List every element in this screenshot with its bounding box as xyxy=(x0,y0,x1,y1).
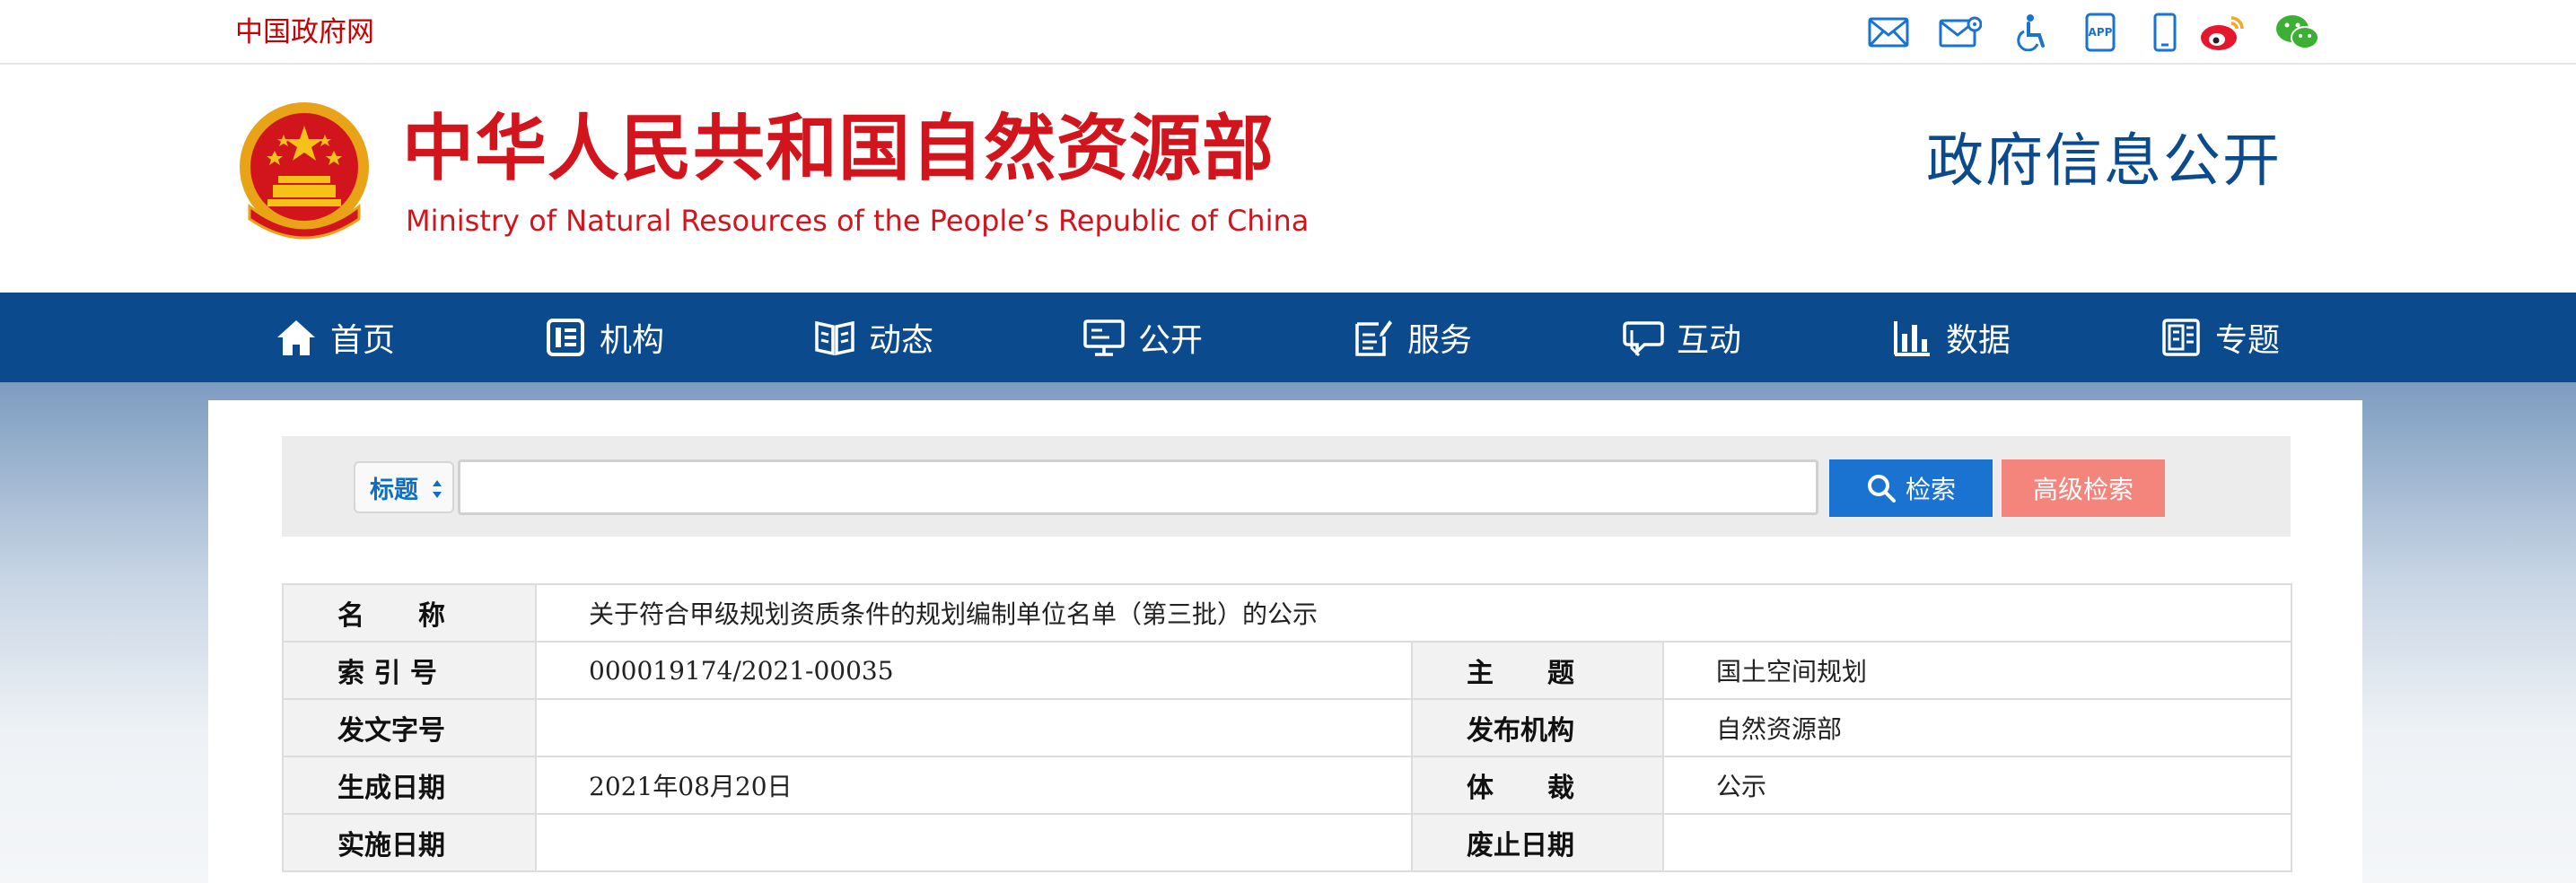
home-icon xyxy=(275,316,318,359)
nav-item-interaction[interactable]: 互动 xyxy=(1621,293,1741,382)
created-date-value: 2021年08月20日 xyxy=(535,756,1413,815)
app-icon-label: APP xyxy=(2089,26,2113,39)
interaction-icon xyxy=(1621,316,1664,359)
publisher-value: 自然资源部 xyxy=(1662,698,2292,757)
nav-item-label: 专题 xyxy=(2215,322,2281,359)
service-icon xyxy=(1352,316,1395,359)
wechat-icon[interactable] xyxy=(2274,11,2321,54)
name-value: 关于符合甲级规划资质条件的规划编制单位名单（第三批）的公示 xyxy=(535,583,2292,643)
mobile-icon[interactable] xyxy=(2142,11,2188,54)
index-label: 索 引 号 xyxy=(282,641,537,700)
site-title: 中华人民共和国自然资源部 xyxy=(402,107,1275,190)
section-title: 政府信息公开 xyxy=(1926,128,2282,195)
data-chart-icon xyxy=(1890,316,1933,359)
accessibility-icon[interactable] xyxy=(2009,11,2055,54)
genre-label: 体 裁 xyxy=(1411,756,1664,815)
index-value: 000019174/2021-00035 xyxy=(535,641,1413,700)
topic-label: 主 题 xyxy=(1411,641,1664,700)
doc-number-label: 发文字号 xyxy=(282,698,537,757)
genre-value: 公示 xyxy=(1662,756,2292,815)
table-row: 实施日期 废止日期 xyxy=(282,813,2292,872)
doc-number-value xyxy=(535,698,1413,757)
news-icon xyxy=(813,316,856,359)
table-row: 名 称 关于符合甲级规划资质条件的规划编制单位名单（第三批）的公示 xyxy=(282,583,2292,643)
main-content: 标题 检索 高级检索 名 称 关于符合甲级规划资质条件的规划编制单位名单（第三批… xyxy=(208,400,2362,883)
table-row: 发文字号 发布机构 自然资源部 xyxy=(282,698,2292,757)
app-icon[interactable]: APP xyxy=(2077,11,2124,54)
nav-item-home[interactable]: 首页 xyxy=(275,293,395,382)
search-field-select[interactable]: 标题 xyxy=(354,461,454,513)
effective-date-label: 实施日期 xyxy=(282,813,537,872)
nav-item-label: 服务 xyxy=(1407,322,1473,359)
nav-item-label: 动态 xyxy=(869,322,934,359)
search-bar: 标题 检索 高级检索 xyxy=(282,436,2291,537)
topic-icon xyxy=(2160,316,2203,359)
site-subtitle: Ministry of Natural Resources of the Peo… xyxy=(406,204,1310,238)
gov-portal-link[interactable]: 中国政府网 xyxy=(235,13,374,52)
search-button[interactable]: 检索 xyxy=(1829,459,1993,517)
nav-item-topic[interactable]: 专题 xyxy=(2160,293,2280,382)
search-icon xyxy=(1867,475,1896,503)
expiry-date-value xyxy=(1662,813,2292,872)
top-bar: 中国政府网 APP xyxy=(0,0,2576,65)
nav-item-label: 公开 xyxy=(1138,322,1204,359)
mail-icon[interactable] xyxy=(1865,11,1912,54)
nav-item-news[interactable]: 动态 xyxy=(813,293,933,382)
topic-value: 国土空间规划 xyxy=(1662,641,2292,700)
expiry-date-label: 废止日期 xyxy=(1411,813,1664,872)
nav-item-service[interactable]: 服务 xyxy=(1352,293,1472,382)
disclosure-icon xyxy=(1082,316,1126,359)
publisher-label: 发布机构 xyxy=(1411,698,1664,757)
mail-settings-icon[interactable] xyxy=(1937,11,1984,54)
advanced-search-button[interactable]: 高级检索 xyxy=(2002,459,2165,517)
nav-item-label: 数据 xyxy=(1946,322,2011,359)
document-info-table: 名 称 关于符合甲级规划资质条件的规划编制单位名单（第三批）的公示 索 引 号 … xyxy=(282,583,2292,872)
created-date-label: 生成日期 xyxy=(282,756,537,815)
name-label: 名 称 xyxy=(282,583,537,643)
nav-item-label: 首页 xyxy=(330,322,396,359)
search-field-select-value: 标题 xyxy=(370,476,418,504)
search-button-label: 检索 xyxy=(1905,475,1956,504)
nav-item-data[interactable]: 数据 xyxy=(1890,293,2011,382)
nav-item-organization[interactable]: 机构 xyxy=(544,293,664,382)
table-row: 索 引 号 000019174/2021-00035 主 题 国土空间规划 xyxy=(282,641,2292,700)
effective-date-value xyxy=(535,813,1413,872)
nav-item-disclosure[interactable]: 公开 xyxy=(1082,293,1203,382)
nav-item-label: 机构 xyxy=(600,322,665,359)
table-row: 生成日期 2021年08月20日 体 裁 公示 xyxy=(282,756,2292,815)
nav-item-label: 互动 xyxy=(1677,322,1742,359)
search-input[interactable] xyxy=(458,459,1818,515)
weibo-icon[interactable] xyxy=(2199,11,2246,54)
main-nav: 首页 机构 动态 公开 服务 互动 数据 专题 xyxy=(0,293,2576,382)
organization-icon xyxy=(544,316,587,359)
national-emblem-logo xyxy=(232,99,377,249)
select-arrows-icon xyxy=(433,480,442,498)
